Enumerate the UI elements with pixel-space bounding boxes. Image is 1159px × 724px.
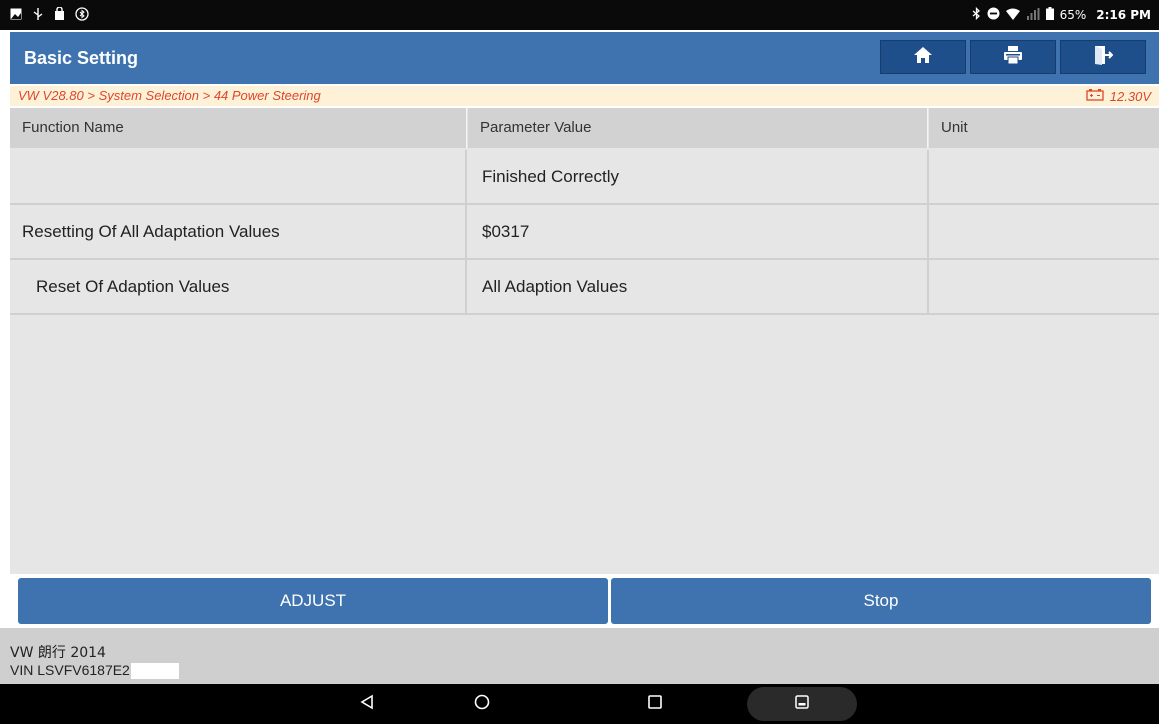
table-row[interactable]: Finished Correctly — [10, 150, 1159, 205]
title-bar: Basic Setting — [10, 32, 1159, 84]
breadcrumb: VW V28.80 > System Selection > 44 Power … — [18, 88, 321, 103]
column-header-unit: Unit — [929, 108, 1159, 148]
unit-cell — [929, 150, 1159, 203]
print-icon — [1003, 45, 1023, 70]
unit-cell — [929, 205, 1159, 258]
vin-redaction — [130, 663, 179, 680]
navigation-bar — [0, 684, 1159, 724]
vehicle-model: VW 朗行 2014 — [10, 645, 106, 661]
battery-percent: 65% — [1059, 8, 1087, 22]
function-name-cell: Reset Of Adaption Values — [10, 260, 467, 313]
print-button[interactable] — [970, 40, 1056, 74]
column-header-function-name: Function Name — [10, 108, 467, 148]
recents-button[interactable] — [643, 684, 667, 724]
home-nav-button[interactable] — [470, 684, 494, 724]
vehicle-vin: VIN LSVFV6187E2 — [10, 662, 179, 680]
page-title: Basic Setting — [24, 48, 139, 68]
parameter-value-cell: $0317 — [467, 205, 929, 258]
vehicle-info-footer: VW 朗行 2014 VIN LSVFV6187E2 — [0, 628, 1159, 684]
status-time: 2:16 PM — [1096, 8, 1151, 22]
bluetooth-icon — [972, 6, 981, 23]
signal-icon — [1026, 7, 1040, 23]
exit-icon — [1093, 45, 1114, 70]
home-icon — [913, 46, 933, 69]
data-table: Function Name Parameter Value Unit Finis… — [10, 108, 1159, 574]
breadcrumb-bar: VW V28.80 > System Selection > 44 Power … — [10, 86, 1159, 106]
parameter-value-cell: Finished Correctly — [467, 150, 929, 203]
function-name-cell: Resetting Of All Adaptation Values — [10, 205, 467, 258]
bluetooth-circle-icon — [75, 6, 89, 24]
voltage-value: 12.30V — [1109, 88, 1151, 104]
wifi-icon — [1005, 8, 1020, 23]
back-button[interactable] — [355, 684, 379, 724]
home-circle-icon — [474, 694, 490, 715]
function-name-cell — [10, 150, 467, 203]
table-row[interactable]: Resetting Of All Adaptation Values $0317 — [10, 205, 1159, 260]
status-left — [10, 0, 89, 30]
back-icon — [359, 694, 375, 715]
battery-voltage-icon — [1086, 88, 1104, 104]
lock-icon — [54, 6, 65, 23]
status-bar: 65% 2:16 PM — [0, 0, 1159, 30]
stop-button[interactable]: Stop — [611, 578, 1151, 624]
exit-button[interactable] — [1060, 40, 1146, 74]
unit-cell — [929, 260, 1159, 313]
battery-icon — [1045, 7, 1054, 23]
image-icon — [10, 8, 22, 23]
vin-text: VIN LSVFV6187E2 — [10, 662, 130, 678]
voltage-indicator: 12.30V — [1086, 88, 1151, 104]
screenshot-button[interactable] — [747, 687, 857, 721]
home-button[interactable] — [880, 40, 966, 74]
status-right: 65% 2:16 PM — [972, 0, 1151, 30]
usb-icon — [32, 7, 44, 24]
adjust-button[interactable]: ADJUST — [18, 578, 608, 624]
column-header-parameter-value: Parameter Value — [468, 108, 928, 148]
table-row[interactable]: Reset Of Adaption Values All Adaption Va… — [10, 260, 1159, 315]
screenshot-icon — [795, 694, 809, 714]
recents-icon — [647, 694, 663, 715]
parameter-value-cell: All Adaption Values — [467, 260, 929, 313]
dnd-icon — [987, 7, 1000, 23]
